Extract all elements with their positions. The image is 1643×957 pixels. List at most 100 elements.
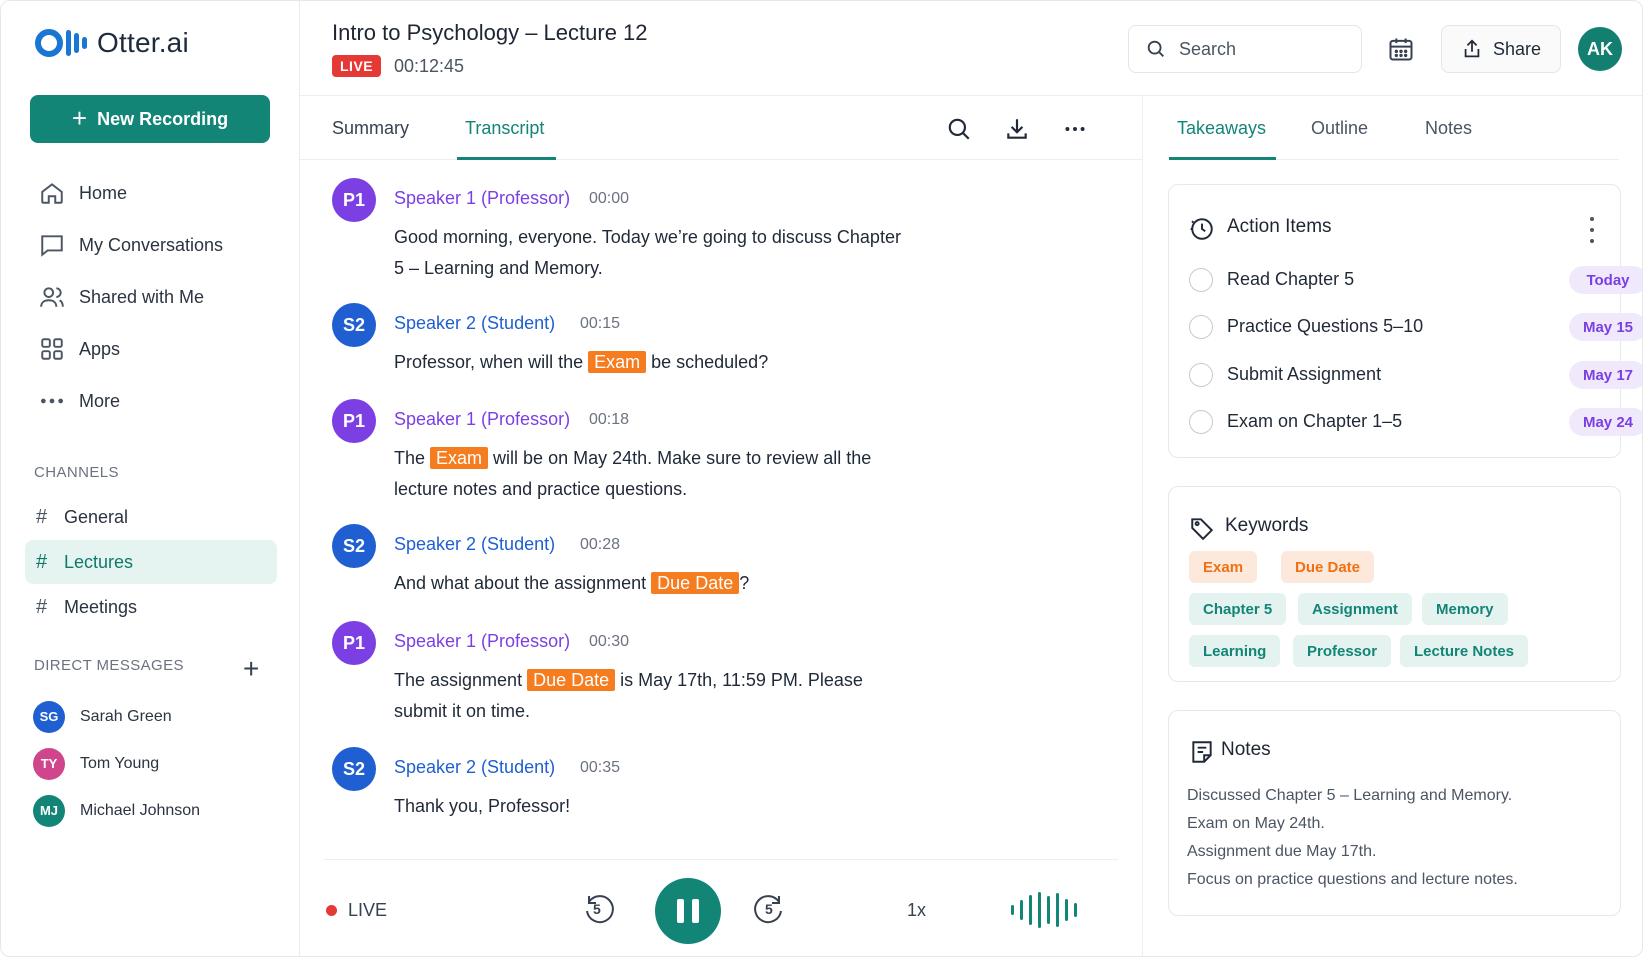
action-item-checkbox[interactable] <box>1189 410 1213 434</box>
plus-icon: + <box>71 102 88 133</box>
message-timestamp[interactable]: 00:30 <box>589 633 629 651</box>
nav-item-home[interactable]: Home <box>25 167 277 219</box>
new-recording-button[interactable]: + New Recording <box>30 95 270 143</box>
keyword-chip[interactable]: Professor <box>1293 635 1392 667</box>
keyword-highlight: Due Date <box>527 669 616 691</box>
pause-icon-bar <box>692 899 699 923</box>
channel-general[interactable]: # General <box>25 495 277 539</box>
channel-label: Lectures <box>64 551 134 572</box>
nav-item-more[interactable]: More <box>25 375 277 427</box>
keywords-title: Keywords <box>1225 515 1309 536</box>
otter-logo[interactable]: Otter.ai <box>35 27 189 59</box>
app-window: Otter.ai + New Recording Home My Convers… <box>0 0 1643 957</box>
keyword-chip[interactable]: Chapter 5 <box>1189 593 1287 625</box>
action-item-checkbox[interactable] <box>1189 363 1213 387</box>
live-label: LIVE <box>348 900 388 920</box>
keyword-highlight: Exam <box>430 447 489 469</box>
download-button[interactable] <box>1002 114 1032 144</box>
action-item-label: Submit Assignment <box>1227 364 1382 384</box>
text-segment: be scheduled? <box>646 352 769 372</box>
message-timestamp[interactable]: 00:15 <box>580 315 620 333</box>
conversations-icon <box>41 235 63 257</box>
main-nav: Home My Conversations Shared with Me App… <box>25 167 277 427</box>
nav-item-shared-with-me[interactable]: Shared with Me <box>25 271 277 323</box>
speaker-name[interactable]: Speaker 1 (Professor) <box>394 409 570 430</box>
speaker-name[interactable]: Speaker 2 (Student) <box>394 313 555 334</box>
speaker-name[interactable]: Speaker 2 (Student) <box>394 534 555 555</box>
dm-name: Michael Johnson <box>80 801 201 819</box>
user-avatar[interactable]: AK <box>1578 27 1622 71</box>
tab-notes[interactable]: Notes <box>1425 118 1472 139</box>
nav-item-apps[interactable]: Apps <box>25 323 277 375</box>
audio-waveform-icon <box>1011 892 1077 928</box>
speaker-name[interactable]: Speaker 1 (Professor) <box>394 188 570 209</box>
speaker-name[interactable]: Speaker 2 (Student) <box>394 757 555 778</box>
action-item-label: Practice Questions 5–10 <box>1227 316 1424 336</box>
pause-button[interactable] <box>655 878 721 944</box>
skip-forward-button[interactable]: 5 <box>752 892 788 928</box>
speaker-name[interactable]: Speaker 1 (Professor) <box>394 631 570 652</box>
dm-list: SG Sarah Green TY Tom Young MJ Michael J… <box>33 693 273 834</box>
keyword-highlight: Exam <box>588 351 647 373</box>
message-timestamp[interactable]: 00:18 <box>589 411 629 429</box>
tab-transcript[interactable]: Transcript <box>465 118 544 139</box>
dm-item[interactable]: SG Sarah Green <box>33 693 273 740</box>
search-placeholder: Search <box>1179 38 1237 59</box>
keyword-chip[interactable]: Memory <box>1422 593 1508 625</box>
message-text: Thank you, Professor! <box>394 791 914 822</box>
share-button[interactable]: Share <box>1441 25 1561 73</box>
due-date-badge: May 17 <box>1569 361 1642 389</box>
message-text: And what about the assignment Due Date? <box>394 568 914 599</box>
channel-lectures[interactable]: # Lectures <box>25 540 277 584</box>
message-timestamp[interactable]: 00:35 <box>580 759 620 777</box>
keyword-chip[interactable]: Exam <box>1189 551 1258 583</box>
download-icon <box>1007 119 1027 139</box>
more-dots-icon <box>40 398 64 404</box>
nav-item-label: My Conversations <box>79 234 224 255</box>
live-badge: LIVE <box>332 55 382 77</box>
tab-takeaways[interactable]: Takeaways <box>1177 118 1266 139</box>
keyword-chip[interactable]: Due Date <box>1281 551 1375 583</box>
tag-icon <box>1191 518 1214 541</box>
keyword-chip[interactable]: Learning <box>1189 635 1281 667</box>
home-icon <box>41 183 63 204</box>
action-items-menu-button[interactable] <box>1582 217 1602 243</box>
search-transcript-button[interactable] <box>944 114 974 144</box>
text-segment: And what about the assignment <box>394 573 652 593</box>
action-item-checkbox[interactable] <box>1189 315 1213 339</box>
channel-label: Meetings <box>64 596 138 617</box>
hash-icon: # <box>36 505 48 528</box>
speaker-avatar: P1 <box>332 621 376 665</box>
speaker-avatar: P1 <box>332 178 376 222</box>
playback-speed-button[interactable]: 1x <box>907 900 926 921</box>
calendar-button[interactable] <box>1383 31 1419 67</box>
tab-summary[interactable]: Summary <box>332 118 409 139</box>
due-date-badge: May 15 <box>1569 313 1642 341</box>
nav-item-my-conversations[interactable]: My Conversations <box>25 219 277 271</box>
playback-bar: LIVE 5 5 1x <box>324 859 1118 956</box>
center-tabs: Summary Transcript <box>300 96 1143 160</box>
action-item-checkbox[interactable] <box>1189 268 1213 292</box>
keyword-chip[interactable]: Lecture Notes <box>1400 635 1529 667</box>
nav-item-label: Apps <box>79 338 121 359</box>
pause-icon-bar <box>677 899 684 923</box>
dm-item[interactable]: TY Tom Young <box>33 740 273 787</box>
calendar-icon <box>1389 38 1413 61</box>
more-options-button[interactable] <box>1060 114 1090 144</box>
tab-active-indicator <box>1169 157 1276 160</box>
message-timestamp[interactable]: 00:00 <box>589 190 629 208</box>
dm-name: Tom Young <box>80 754 160 772</box>
header: Intro to Psychology – Lecture 12 LIVE 00… <box>300 1 1642 96</box>
search-input[interactable]: Search <box>1128 25 1362 73</box>
dm-item[interactable]: MJ Michael Johnson <box>33 787 273 834</box>
nav-item-label: More <box>79 390 121 411</box>
keyword-chip[interactable]: Assignment <box>1298 593 1412 625</box>
channel-meetings[interactable]: # Meetings <box>25 585 277 629</box>
skip-back-button[interactable]: 5 <box>580 892 616 928</box>
tab-outline[interactable]: Outline <box>1311 118 1368 139</box>
add-dm-button[interactable]: + <box>243 655 259 683</box>
message-timestamp[interactable]: 00:28 <box>580 536 620 554</box>
message-text: The assignment Due Date is May 17th, 11:… <box>394 665 914 727</box>
message-text: The Exam will be on May 24th. Make sure … <box>394 443 914 505</box>
recording-timer: 00:12:45 <box>394 56 465 76</box>
